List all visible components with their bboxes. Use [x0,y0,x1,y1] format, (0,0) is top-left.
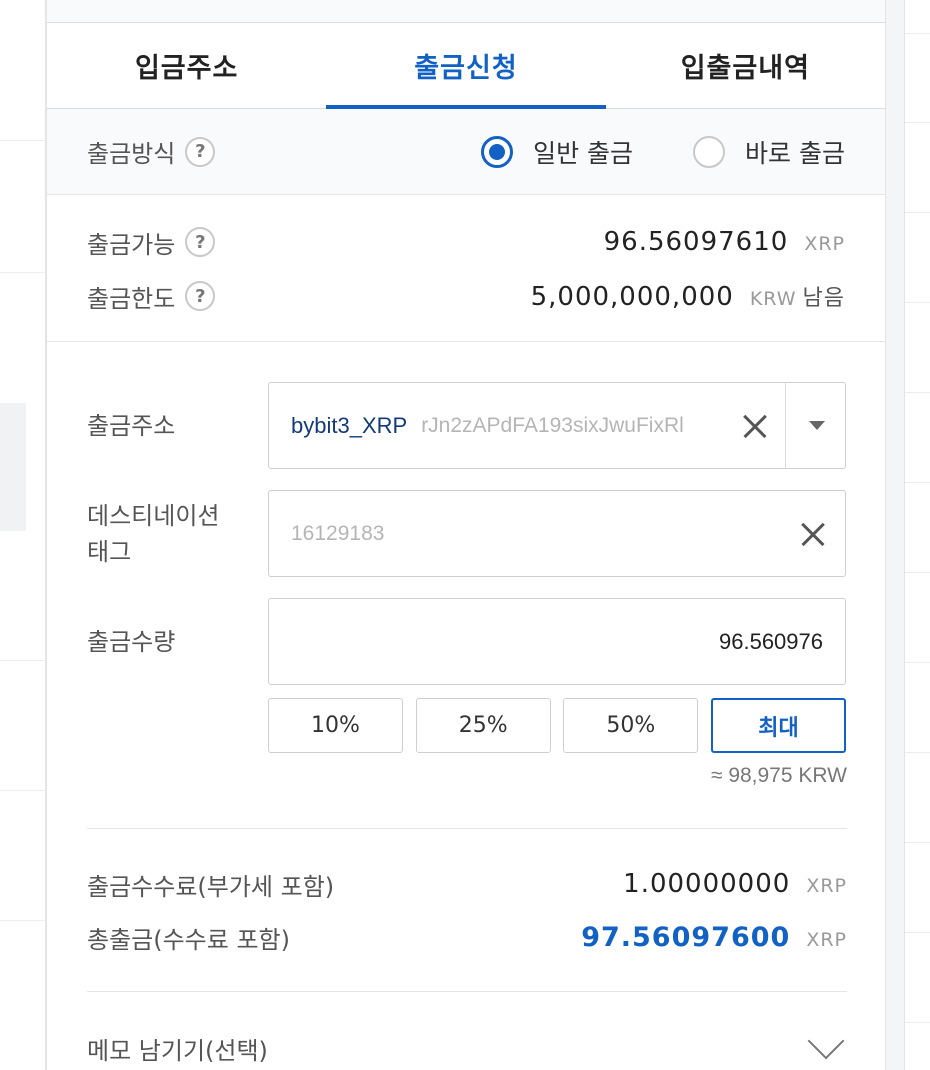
available-amount: 96.56097610 [603,227,789,257]
background-left-column [0,0,46,1070]
available-unit: XRP [804,233,845,255]
fee-row: 출금수수료(부가세 포함) 1.00000000 XRP [87,864,847,904]
radio-selected-icon[interactable] [481,135,514,168]
help-icon[interactable]: ? [185,136,216,167]
memo-label: 메모 남기기(선택) [87,1036,268,1065]
radio-unselected-icon[interactable] [693,135,726,168]
limit-row: 출금한도 ? 5,000,000,000 KRW 남음 [87,269,845,323]
total-amount: 97.56097600 [581,921,791,953]
panel-top-bar [47,0,885,23]
radio-normal-label: 일반 출금 [533,138,634,168]
limit-suffix: 남음 [802,286,845,311]
pct-25-button[interactable]: 25% [415,698,551,753]
dropdown-caret-icon[interactable] [809,421,825,430]
divider [87,828,847,829]
tab-deposit-address[interactable]: 입금주소 [47,23,326,108]
destination-tag-value: 16129183 [291,521,385,545]
memo-toggle[interactable]: 메모 남기기(선택) [87,1022,847,1068]
total-unit: XRP [806,928,847,951]
total-value: 97.56097600 XRP [581,922,847,953]
quantity-value: 96.560976 [719,628,823,654]
withdraw-method-radios: 일반 출금 바로 출금 [421,134,845,170]
radio-instant-label: 바로 출금 [745,138,845,168]
fee-unit: XRP [806,875,847,897]
withdraw-method-row: 출금방식 ? 일반 출금 바로 출금 [47,109,885,195]
help-icon[interactable]: ? [185,281,216,311]
limit-label: 출금한도 [87,284,176,313]
approx-krw: ≈ 98,975 KRW [710,764,847,787]
pct-50-button[interactable]: 50% [563,698,699,753]
chevron-down-icon[interactable] [807,1022,845,1060]
address-value: rJn2zAPdFA193sixJwuFixRl [421,413,684,437]
address-select[interactable]: bybit3_XRP rJn2zAPdFA193sixJwuFixRl [268,382,846,469]
dropdown-divider [785,383,786,468]
limit-unit: KRW [749,288,797,310]
limit-amount: 5,000,000,000 [530,282,734,312]
withdraw-panel: 입금주소 출금신청 입출금내역 출금방식 ? 일반 출금 바로 출금 출금가능 … [46,0,886,1070]
total-row: 총출금(수수료 포함) 97.56097600 XRP [87,917,847,957]
tag-label-line1: 데스티네이션 [87,502,220,530]
available-value: 96.56097610 XRP [604,227,845,257]
total-label: 총출금(수수료 포함) [87,925,290,954]
tab-bar: 입금주소 출금신청 입출금내역 [47,23,885,109]
tab-withdraw-request[interactable]: 출금신청 [326,23,606,109]
percent-buttons: 10% 25% 50% 최대 [268,698,846,753]
fee-label: 출금수수료(부가세 포함) [87,872,335,901]
max-button[interactable]: 최대 [710,698,846,753]
address-name: bybit3_XRP [291,412,408,438]
radio-instant-withdraw[interactable]: 바로 출금 [693,134,845,170]
fee-value: 1.00000000 XRP [623,869,847,899]
tab-history[interactable]: 입출금내역 [606,23,885,108]
fee-amount: 1.00000000 [623,869,791,899]
limit-value: 5,000,000,000 KRW 남음 [531,280,845,312]
clear-address-icon[interactable] [741,412,769,440]
withdraw-method-label: 출금방식 ? [87,134,216,169]
tag-label-line2: 태그 [87,538,132,566]
quantity-input[interactable]: 96.560976 [268,598,846,685]
destination-tag-input[interactable]: 16129183 [268,490,846,577]
available-label: 출금가능 [87,230,176,259]
help-icon[interactable]: ? [185,227,216,257]
radio-normal-withdraw[interactable]: 일반 출금 [481,134,633,170]
withdraw-method-text: 출금방식 [87,140,176,168]
pct-10-button[interactable]: 10% [268,698,403,753]
address-label: 출금주소 [87,412,176,440]
background-right-column [904,0,930,1070]
quantity-label: 출금수량 [87,628,176,656]
available-row: 출금가능 ? 96.56097610 XRP [87,215,845,269]
divider [87,991,847,992]
clear-tag-icon[interactable] [799,520,827,548]
availability-block: 출금가능 ? 96.56097610 XRP 출금한도 ? 5,000,000,… [47,195,885,342]
